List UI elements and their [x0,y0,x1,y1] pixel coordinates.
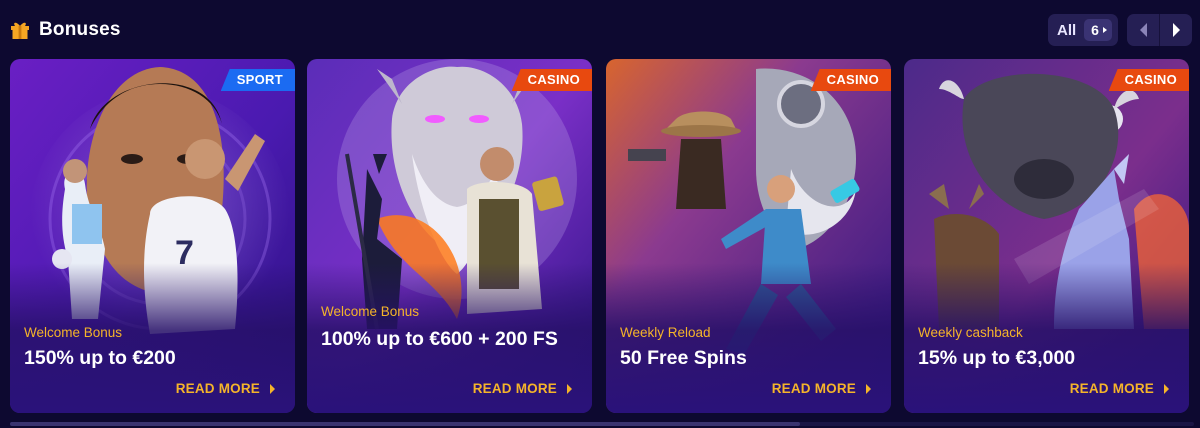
bonus-category: Welcome Bonus [24,325,123,340]
read-more-label: READ MORE [472,381,557,396]
read-more-label: READ MORE [175,381,260,396]
read-more-link[interactable]: READ MORE [772,381,871,396]
header-title-group: Bonuses [10,16,121,44]
prev-button[interactable] [1127,14,1159,46]
bonus-category: Welcome Bonus [321,304,420,319]
bonus-title: 15% up to €3,000 [918,347,1076,369]
bonus-card-sport[interactable]: 7 SPORT Welcome Bonus 150% up to €200 RE… [10,59,295,413]
bonus-card-weekly-cashback[interactable]: CASINO Weekly cashback 15% up to €3,000 … [904,59,1189,413]
bonus-card-weekly-reload[interactable]: CASINO Weekly Reload 50 Free Spins READ … [606,59,891,413]
caret-right-icon [866,383,871,394]
view-all-button[interactable]: All 6 [1048,14,1118,46]
casino-tag: CASINO [810,69,891,91]
next-button[interactable] [1160,14,1192,46]
read-more-link[interactable]: READ MORE [473,381,572,396]
bonus-title: 50 Free Spins [620,347,747,369]
bonus-count: 6 [1091,22,1099,38]
read-more-label: READ MORE [1069,381,1154,396]
read-more-label: READ MORE [771,381,856,396]
casino-tag: CASINO [511,69,592,91]
read-more-link[interactable]: READ MORE [1070,381,1169,396]
gift-icon [11,22,29,39]
carousel-nav [1127,14,1192,46]
chevron-right-icon [1172,23,1180,37]
caret-right-icon [1164,383,1169,394]
all-label: All [1057,21,1077,39]
bonus-title: 150% up to €200 [24,347,176,369]
bonus-card-casino-welcome[interactable]: CASINO Welcome Bonus 100% up to €600 + 2… [307,59,592,413]
sport-tag: SPORT [220,69,295,91]
caret-right-icon [270,383,275,394]
caret-right-icon [567,383,572,394]
casino-tag: CASINO [1108,69,1189,91]
scrollbar-thumb[interactable] [10,422,800,426]
bonus-category: Weekly Reload [620,325,711,340]
carousel-scrollbar[interactable] [10,422,1194,426]
bonuses-header: Bonuses All 6 [0,0,1200,60]
bonus-title: 100% up to €600 + 200 FS [321,328,558,350]
caret-right-icon [1102,27,1107,33]
bonus-carousel: 7 SPORT Welcome Bonus 150% up to €200 RE… [10,59,1194,413]
read-more-link[interactable]: READ MORE [176,381,275,396]
bonus-count-badge: 6 [1084,19,1112,41]
chevron-left-icon [1139,23,1147,37]
bonus-category: Weekly cashback [918,325,1023,340]
page-title: Bonuses [39,19,121,40]
